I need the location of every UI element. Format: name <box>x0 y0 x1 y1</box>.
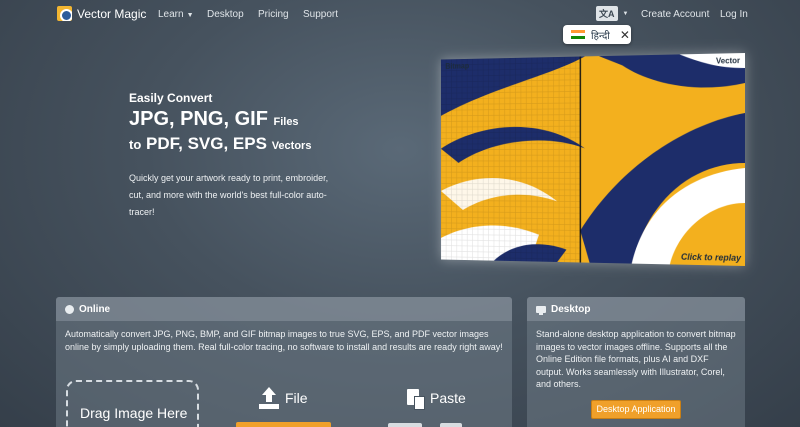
drag-drop-zone[interactable]: Drag Image Here <box>66 380 199 427</box>
language-suggestion-popup[interactable]: हिन्दी ✕ <box>563 25 631 44</box>
bitmap-label: Bitmap <box>445 61 470 71</box>
hero-to-word: to <box>129 137 142 152</box>
brand-name: Vector Magic <box>77 6 147 21</box>
paste-button[interactable]: Paste <box>406 387 466 410</box>
upload-icon <box>259 387 279 409</box>
language-option-hindi[interactable]: हिन्दी <box>591 28 610 42</box>
desktop-panel-description: Stand-alone desktop application to conve… <box>536 329 736 389</box>
upload-button[interactable] <box>236 422 331 427</box>
desktop-application-button[interactable]: Desktop Application <box>591 400 681 419</box>
vector-label: Vector <box>715 56 741 66</box>
replay-link[interactable]: Click to replay <box>681 252 741 263</box>
online-panel-title: Online <box>79 303 111 315</box>
nav-support[interactable]: Support <box>303 9 338 20</box>
hero-vectors-word: Vectors <box>271 140 312 152</box>
close-icon[interactable]: ✕ <box>620 29 630 41</box>
login-link[interactable]: Log In <box>720 9 748 20</box>
nav-desktop[interactable]: Desktop <box>207 9 244 20</box>
online-panel-header: Online <box>56 297 512 321</box>
paste-shortcut-key <box>388 423 422 427</box>
paste-icon <box>406 387 425 410</box>
hero-formats-from: JPG, PNG, GIF <box>129 108 268 130</box>
file-upload-button[interactable]: File <box>259 387 308 409</box>
drop-zone-label: Drag Image Here <box>80 405 188 421</box>
create-account-link[interactable]: Create Account <box>641 9 709 20</box>
logo[interactable]: Vector Magic <box>57 6 146 21</box>
file-label: File <box>285 390 308 406</box>
globe-icon <box>65 304 74 314</box>
top-nav: Vector Magic Learn ▼ Desktop Pricing Supp… <box>0 0 800 30</box>
paste-shortcut-key-v <box>440 423 462 427</box>
hero-description: Quickly get your artwork ready to print,… <box>129 173 329 217</box>
chevron-down-icon: ▼ <box>186 12 194 19</box>
nav-learn-label: Learn <box>158 9 184 20</box>
nav-learn[interactable]: Learn ▼ <box>158 9 194 20</box>
desktop-panel-title: Desktop <box>551 303 591 315</box>
demo-artwork <box>440 53 745 266</box>
online-panel-description: Automatically convert JPG, PNG, BMP, and… <box>65 329 503 352</box>
bitmap-vs-vector-demo[interactable]: Bitmap Vector Click to replay <box>440 53 745 266</box>
language-selector[interactable]: 文A ▼ <box>596 6 628 21</box>
desktop-panel-header: Desktop <box>527 297 745 321</box>
india-flag-icon <box>571 30 585 39</box>
hero-kicker: Easily Convert <box>129 91 213 105</box>
nav-pricing[interactable]: Pricing <box>258 9 289 20</box>
chevron-down-icon: ▼ <box>622 10 629 17</box>
hero-files-word: Files <box>273 116 299 128</box>
hero-headline-from: JPG, PNG, GIF Files <box>129 108 299 131</box>
paste-label: Paste <box>430 390 466 406</box>
hero-formats-to: PDF, SVG, EPS <box>146 134 267 153</box>
logo-icon <box>57 6 72 21</box>
translate-icon: 文A <box>596 6 618 21</box>
hero-headline-to: to PDF, SVG, EPS Vectors <box>129 134 311 154</box>
monitor-icon <box>536 305 546 315</box>
